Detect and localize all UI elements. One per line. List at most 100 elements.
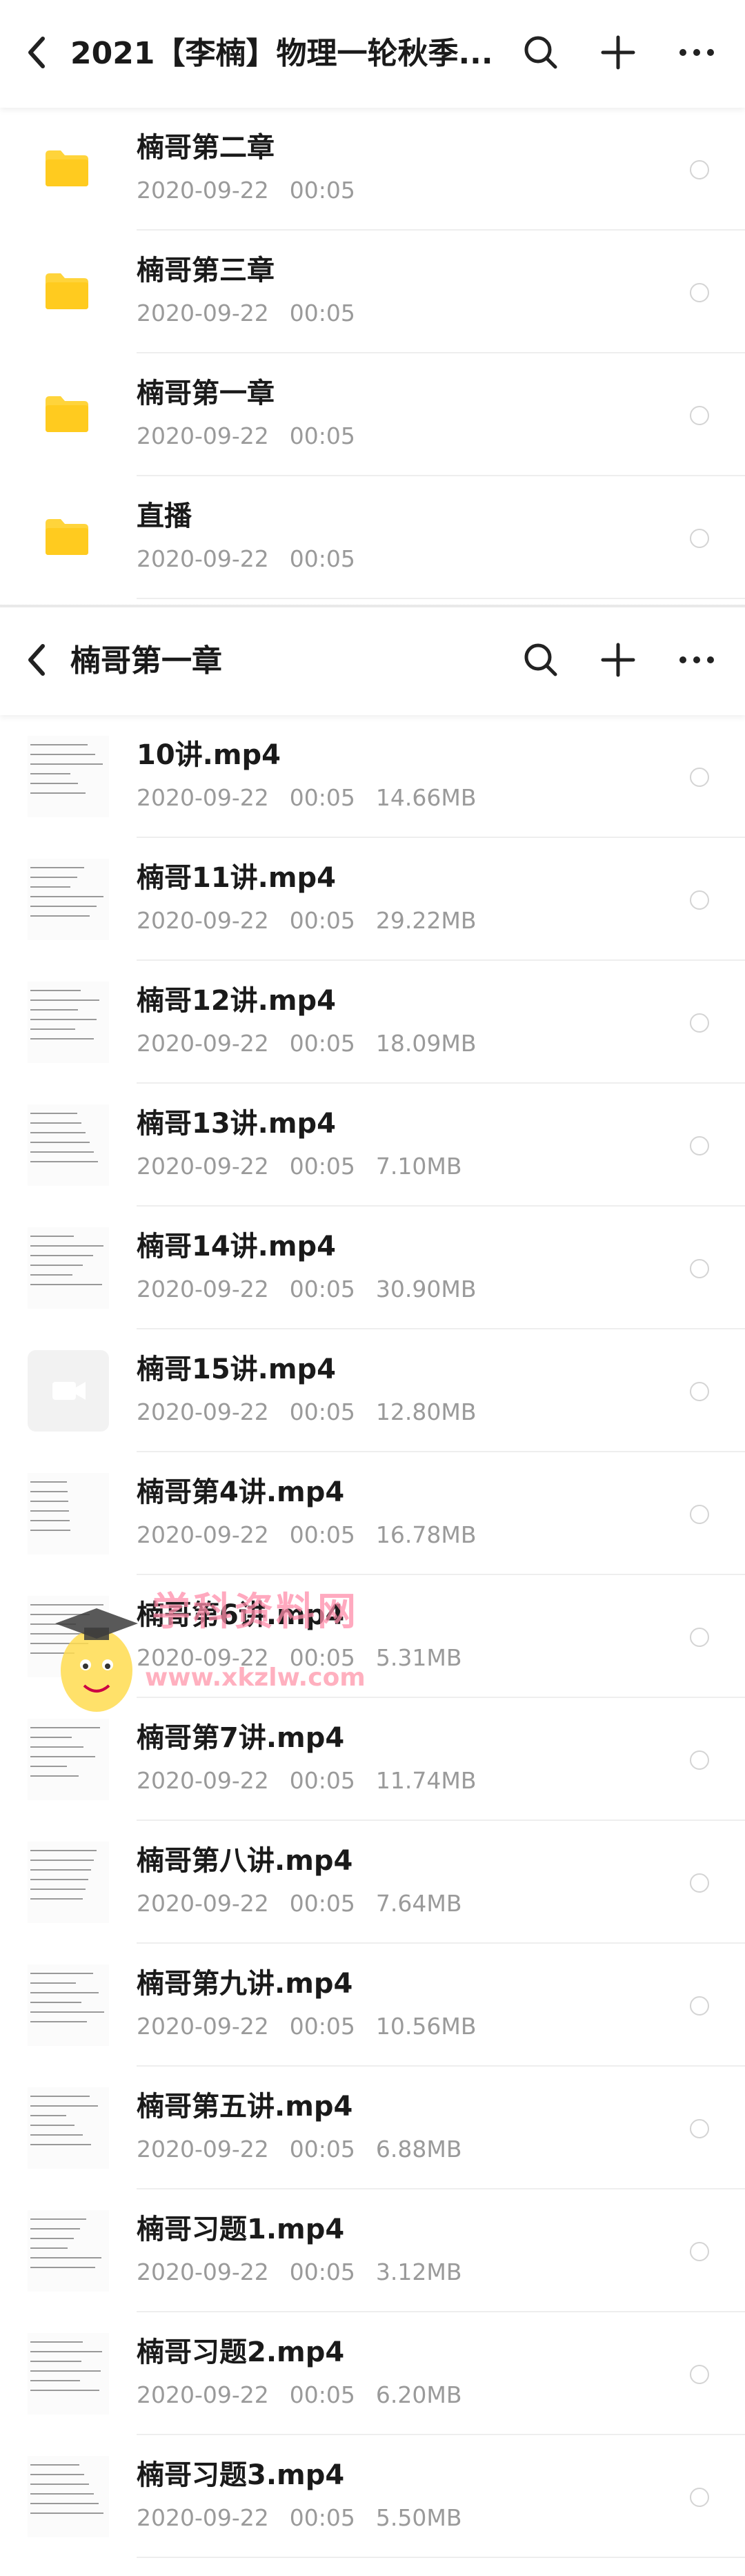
back-button[interactable] — [21, 635, 55, 685]
file-row[interactable]: 楠哥14讲.mp4 2020-09-22 00:05 30.90MB — [0, 1207, 745, 1329]
file-row[interactable]: 楠哥习题1.mp4 2020-09-22 00:05 3.12MB — [0, 2189, 745, 2312]
document-preview — [28, 2087, 109, 2169]
modified-time: 00:05 — [289, 1153, 355, 1180]
folder-row[interactable]: 楠哥第二章 2020-09-22 00:05 — [0, 108, 745, 231]
file-row[interactable]: 楠哥第6讲.mp4 2020-09-22 00:05 5.31MB — [0, 1575, 745, 1698]
select-radio[interactable] — [690, 1136, 709, 1155]
folder-name: 直播 — [137, 500, 192, 532]
file-row[interactable]: 楠哥第九讲.mp4 2020-09-22 00:05 10.56MB — [0, 1944, 745, 2067]
select-radio[interactable] — [690, 2488, 709, 2507]
back-button[interactable] — [21, 28, 55, 77]
file-row[interactable]: 楠哥第八讲.mp4 2020-09-22 00:05 7.64MB — [0, 1821, 745, 1944]
select-radio[interactable] — [690, 1628, 709, 1647]
select-radio[interactable] — [690, 406, 709, 425]
back-arrow-icon — [28, 644, 45, 676]
document-preview — [28, 1227, 109, 1309]
modified-time: 00:05 — [289, 2136, 355, 2163]
modified-time: 00:05 — [289, 2381, 355, 2408]
row-divider — [137, 598, 745, 599]
file-row[interactable]: 楠哥习题2.mp4 2020-09-22 00:05 6.20MB — [0, 2312, 745, 2435]
item-meta: 2020-09-22 00:05 3.12MB — [137, 2256, 482, 2289]
modified-date: 2020-09-22 — [137, 2504, 269, 2531]
search-button[interactable] — [519, 638, 563, 682]
modified-date: 2020-09-22 — [137, 177, 269, 204]
add-button[interactable] — [596, 638, 640, 682]
file-size: 7.64MB — [375, 1890, 462, 1917]
select-radio[interactable] — [690, 1013, 709, 1033]
select-radio[interactable] — [690, 1382, 709, 1401]
folder-row[interactable]: 楠哥第三章 2020-09-22 00:05 — [0, 231, 745, 353]
search-icon — [524, 643, 557, 676]
video-thumbnail — [28, 1964, 109, 2046]
file-row[interactable]: 楠哥第4讲.mp4 2020-09-22 00:05 16.78MB — [0, 1452, 745, 1575]
select-radio[interactable] — [690, 2119, 709, 2138]
file-size: 6.20MB — [375, 2381, 462, 2408]
item-meta: 2020-09-22 00:05 6.88MB — [137, 2133, 482, 2166]
modified-time: 00:05 — [289, 1644, 355, 1671]
modified-date: 2020-09-22 — [137, 1030, 269, 1057]
document-preview — [28, 1964, 109, 2046]
select-radio[interactable] — [690, 1750, 709, 1770]
file-name: 楠哥12讲.mp4 — [137, 985, 337, 1017]
item-meta: 2020-09-22 00:05 5.50MB — [137, 2501, 482, 2535]
folder-list: 楠哥第二章 2020-09-22 00:05 楠哥第三章 2020-09-22 00:05… — [0, 108, 745, 599]
select-radio[interactable] — [690, 2365, 709, 2384]
modified-time: 00:05 — [289, 784, 355, 811]
file-row[interactable]: 楠哥12讲.mp4 2020-09-22 00:05 18.09MB — [0, 961, 745, 1084]
select-radio[interactable] — [690, 890, 709, 910]
modified-date: 2020-09-22 — [137, 1521, 269, 1548]
file-size: 14.66MB — [375, 784, 477, 811]
file-size: 3.12MB — [375, 2258, 462, 2285]
select-radio[interactable] — [690, 1996, 709, 2016]
folder-icon — [44, 272, 90, 311]
modified-date: 2020-09-22 — [137, 784, 269, 811]
more-button[interactable] — [675, 30, 719, 75]
modified-date: 2020-09-22 — [137, 2013, 269, 2040]
select-radio[interactable] — [690, 1259, 709, 1278]
select-radio[interactable] — [690, 283, 709, 302]
file-row[interactable]: 10讲.mp4 2020-09-22 00:05 14.66MB — [0, 715, 745, 838]
folder-name: 楠哥第一章 — [137, 378, 275, 409]
file-size: 7.10MB — [375, 1153, 462, 1180]
search-button[interactable] — [519, 30, 563, 75]
file-size: 12.80MB — [375, 1398, 477, 1425]
file-row[interactable]: 楠哥11讲.mp4 2020-09-22 00:05 29.22MB — [0, 838, 745, 961]
more-button[interactable] — [675, 638, 719, 682]
modified-date: 2020-09-22 — [137, 422, 269, 449]
file-row[interactable]: 楠哥第7讲.mp4 2020-09-22 00:05 11.74MB — [0, 1698, 745, 1821]
file-name: 楠哥第九讲.mp4 — [137, 1968, 353, 2000]
modified-time: 00:05 — [289, 1030, 355, 1057]
select-radio[interactable] — [690, 1505, 709, 1524]
video-thumbnail — [28, 1719, 109, 1800]
file-size: 30.90MB — [375, 1276, 477, 1302]
folder-row[interactable]: 直播 2020-09-22 00:05 — [0, 476, 745, 599]
modified-time: 00:05 — [289, 2258, 355, 2285]
more-dots-icon — [679, 49, 714, 56]
select-radio[interactable] — [690, 529, 709, 548]
select-radio[interactable] — [690, 160, 709, 179]
folder-name: 楠哥第三章 — [137, 255, 275, 286]
document-preview — [28, 2210, 109, 2292]
item-meta: 2020-09-22 00:05 — [137, 420, 376, 453]
file-name: 楠哥第6讲.mp4 — [137, 1599, 345, 1631]
item-meta: 2020-09-22 00:05 11.74MB — [137, 1764, 497, 1797]
video-thumbnail — [28, 2333, 109, 2414]
add-button[interactable] — [596, 30, 640, 75]
video-thumbnail — [28, 982, 109, 1063]
video-thumbnail — [28, 1842, 109, 1923]
file-row[interactable]: 楠哥15讲.mp4 2020-09-22 00:05 12.80MB — [0, 1329, 745, 1452]
file-name: 楠哥15讲.mp4 — [137, 1354, 337, 1385]
file-name: 楠哥11讲.mp4 — [137, 862, 337, 894]
folder-row[interactable]: 楠哥第一章 2020-09-22 00:05 — [0, 353, 745, 476]
file-row[interactable]: 楠哥13讲.mp4 2020-09-22 00:05 7.10MB — [0, 1084, 745, 1207]
item-meta: 2020-09-22 00:05 18.09MB — [137, 1027, 497, 1060]
item-meta: 2020-09-22 00:05 30.90MB — [137, 1273, 497, 1306]
file-row[interactable]: 楠哥习题3.mp4 2020-09-22 00:05 5.50MB — [0, 2435, 745, 2558]
select-radio[interactable] — [690, 768, 709, 787]
select-radio[interactable] — [690, 2242, 709, 2261]
document-preview — [28, 736, 109, 817]
select-radio[interactable] — [690, 1873, 709, 1893]
file-name: 楠哥第八讲.mp4 — [137, 1845, 353, 1877]
file-row[interactable]: 楠哥第五讲.mp4 2020-09-22 00:05 6.88MB — [0, 2067, 745, 2189]
document-preview — [28, 1104, 109, 1186]
